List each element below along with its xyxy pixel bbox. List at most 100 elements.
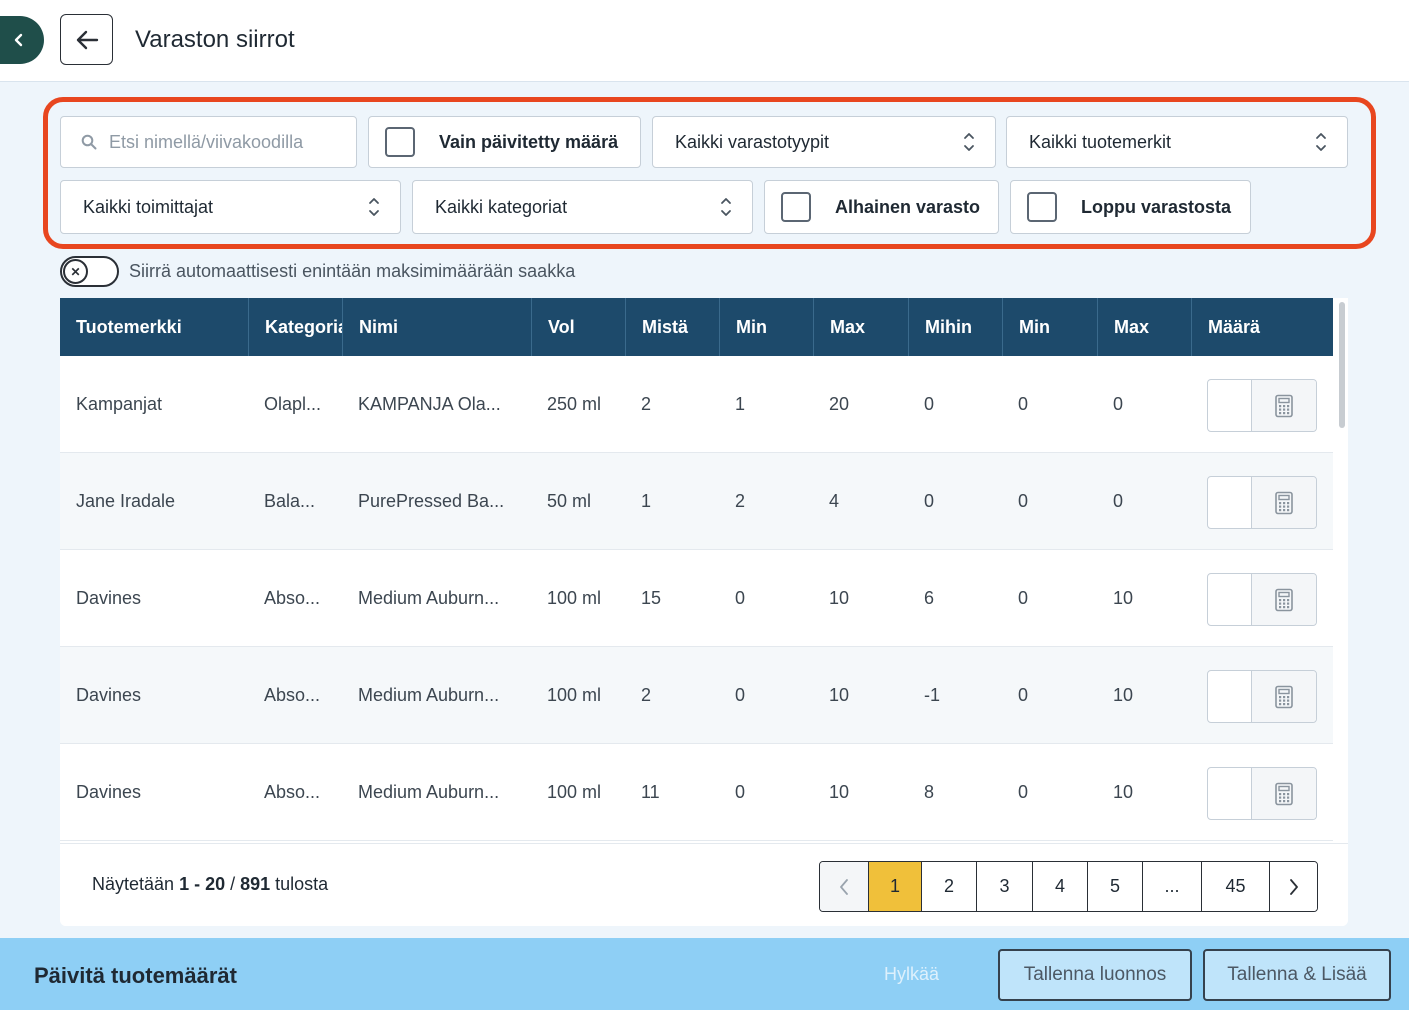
quantity-field[interactable] — [1207, 379, 1317, 432]
from-max-cell: 10 — [829, 685, 850, 705]
category-cell: Abso... — [264, 588, 321, 608]
column-header[interactable]: Kategoria — [248, 298, 342, 356]
category-cell: Bala... — [264, 491, 316, 511]
pagination: 1 2 3 4 5 ... 45 — [819, 861, 1318, 912]
quantity-field[interactable] — [1207, 767, 1317, 820]
column-header[interactable]: Min — [1002, 298, 1097, 356]
page-button[interactable]: 3 — [976, 862, 1032, 911]
chevron-updown-icon — [368, 196, 380, 218]
results-suffix: tulosta — [270, 874, 329, 894]
close-icon: ✕ — [63, 259, 88, 284]
column-header[interactable]: Mihin — [908, 298, 1002, 356]
only-updated-checkbox[interactable]: Vain päivitetty määrä — [368, 116, 641, 168]
save-and-add-button[interactable]: Tallenna & Lisää — [1203, 949, 1391, 1001]
auto-move-toggle[interactable]: ✕ — [60, 256, 119, 287]
page-button[interactable]: 45 — [1201, 862, 1269, 911]
page-button[interactable]: 1 — [868, 862, 921, 911]
name-cell: PurePressed Ba... — [358, 491, 505, 511]
sidebar-toggle-button[interactable] — [0, 16, 44, 64]
column-header[interactable]: Mistä — [625, 298, 719, 356]
only-updated-label: Vain päivitetty määrä — [439, 131, 619, 152]
results-prefix: Näytetään — [92, 874, 180, 894]
reject-button[interactable]: Hylkää — [884, 964, 939, 985]
quantity-input[interactable] — [1208, 768, 1252, 819]
search-icon — [81, 134, 97, 150]
page-button[interactable]: 5 — [1087, 862, 1142, 911]
supplier-select[interactable]: Kaikki toimittajat — [60, 180, 401, 234]
table-row: Kampanjat Olapl... KAMPANJA Ola... 250 ml 2 1… — [60, 356, 1333, 453]
from-max-cell: 20 — [829, 394, 850, 414]
to-cell: 6 — [924, 588, 935, 608]
calculator-icon[interactable] — [1252, 477, 1316, 528]
checkbox-box[interactable] — [781, 192, 811, 222]
page-button[interactable]: 4 — [1032, 862, 1087, 911]
low-stock-checkbox[interactable]: Alhainen varasto — [764, 180, 999, 234]
quantity-field[interactable] — [1207, 476, 1317, 529]
column-header[interactable]: Määrä — [1191, 298, 1333, 356]
table-row: Jane Iradale Bala... PurePressed Ba... 50 m… — [60, 453, 1333, 550]
from-max-cell: 4 — [829, 491, 840, 511]
table-header: Tuotemerkki Kategoria Nimi Vol Mistä Min… — [60, 298, 1333, 356]
checkbox-box[interactable] — [1027, 192, 1057, 222]
checkbox-box[interactable] — [385, 127, 415, 157]
calculator-icon[interactable] — [1252, 671, 1316, 722]
quantity-field[interactable] — [1207, 573, 1317, 626]
from-max-cell: 10 — [829, 588, 850, 608]
scrollbar-thumb[interactable] — [1339, 302, 1345, 428]
search-input[interactable]: Etsi nimellä/viivakoodilla — [60, 116, 357, 168]
column-header[interactable]: Min — [719, 298, 813, 356]
calculator-icon[interactable] — [1252, 380, 1316, 431]
chevron-left-icon — [14, 33, 23, 47]
name-cell: Medium Auburn... — [358, 782, 500, 802]
to-cell: 0 — [924, 394, 935, 414]
table-row: Davines Abso... Medium Auburn... 100 ml 11 0 1… — [60, 744, 1333, 841]
from-cell: 1 — [641, 491, 652, 511]
chevron-updown-icon — [720, 196, 732, 218]
bottom-action-bar: Päivitä tuotemäärät Hylkää Tallenna luon… — [0, 938, 1409, 1010]
from-min-cell: 1 — [735, 394, 746, 414]
prev-page-button[interactable] — [820, 862, 868, 911]
quantity-input[interactable] — [1208, 380, 1252, 431]
warehouse-type-select[interactable]: Kaikki varastotyypit — [652, 116, 996, 168]
quantity-input[interactable] — [1208, 671, 1252, 722]
brand-value: Kaikki tuotemerkit — [1029, 131, 1172, 152]
name-cell: Medium Auburn... — [358, 685, 500, 705]
from-min-cell: 0 — [735, 782, 746, 802]
brand-cell: Kampanjat — [76, 394, 163, 414]
brand-select[interactable]: Kaikki tuotemerkit — [1006, 116, 1348, 168]
auto-move-row: ✕ Siirrä automaattisesti enintään maksim… — [60, 256, 575, 287]
next-page-button[interactable] — [1269, 862, 1317, 911]
column-header[interactable]: Tuotemerkki — [60, 298, 248, 356]
quantity-input[interactable] — [1208, 477, 1252, 528]
to-min-cell: 0 — [1018, 491, 1029, 511]
from-cell: 15 — [641, 588, 662, 608]
column-header[interactable]: Max — [813, 298, 908, 356]
calculator-icon[interactable] — [1252, 574, 1316, 625]
to-max-cell: 10 — [1113, 782, 1134, 802]
column-header[interactable]: Vol — [531, 298, 625, 356]
to-min-cell: 0 — [1018, 394, 1029, 414]
top-bar: Varaston siirrot — [0, 0, 1409, 82]
to-cell: 8 — [924, 782, 935, 802]
from-cell: 2 — [641, 394, 652, 414]
name-cell: KAMPANJA Ola... — [358, 394, 501, 414]
volume-cell: 100 ml — [547, 588, 602, 608]
quantity-input[interactable] — [1208, 574, 1252, 625]
category-select[interactable]: Kaikki kategoriat — [412, 180, 753, 234]
out-of-stock-checkbox[interactable]: Loppu varastosta — [1010, 180, 1251, 234]
quantity-field[interactable] — [1207, 670, 1317, 723]
back-button[interactable] — [60, 14, 113, 65]
name-cell: Medium Auburn... — [358, 588, 500, 608]
calculator-icon[interactable] — [1252, 768, 1316, 819]
out-of-stock-label: Loppu varastosta — [1081, 196, 1232, 217]
search-placeholder: Etsi nimellä/viivakoodilla — [109, 131, 304, 152]
table-scrollbar[interactable] — [1337, 298, 1347, 843]
from-cell: 2 — [641, 685, 652, 705]
column-header[interactable]: Max — [1097, 298, 1191, 356]
save-draft-button[interactable]: Tallenna luonnos — [998, 949, 1192, 1001]
column-header[interactable]: Nimi — [342, 298, 531, 356]
from-max-cell: 10 — [829, 782, 850, 802]
volume-cell: 100 ml — [547, 685, 602, 705]
page-button[interactable]: 2 — [921, 862, 976, 911]
to-max-cell: 0 — [1113, 491, 1124, 511]
